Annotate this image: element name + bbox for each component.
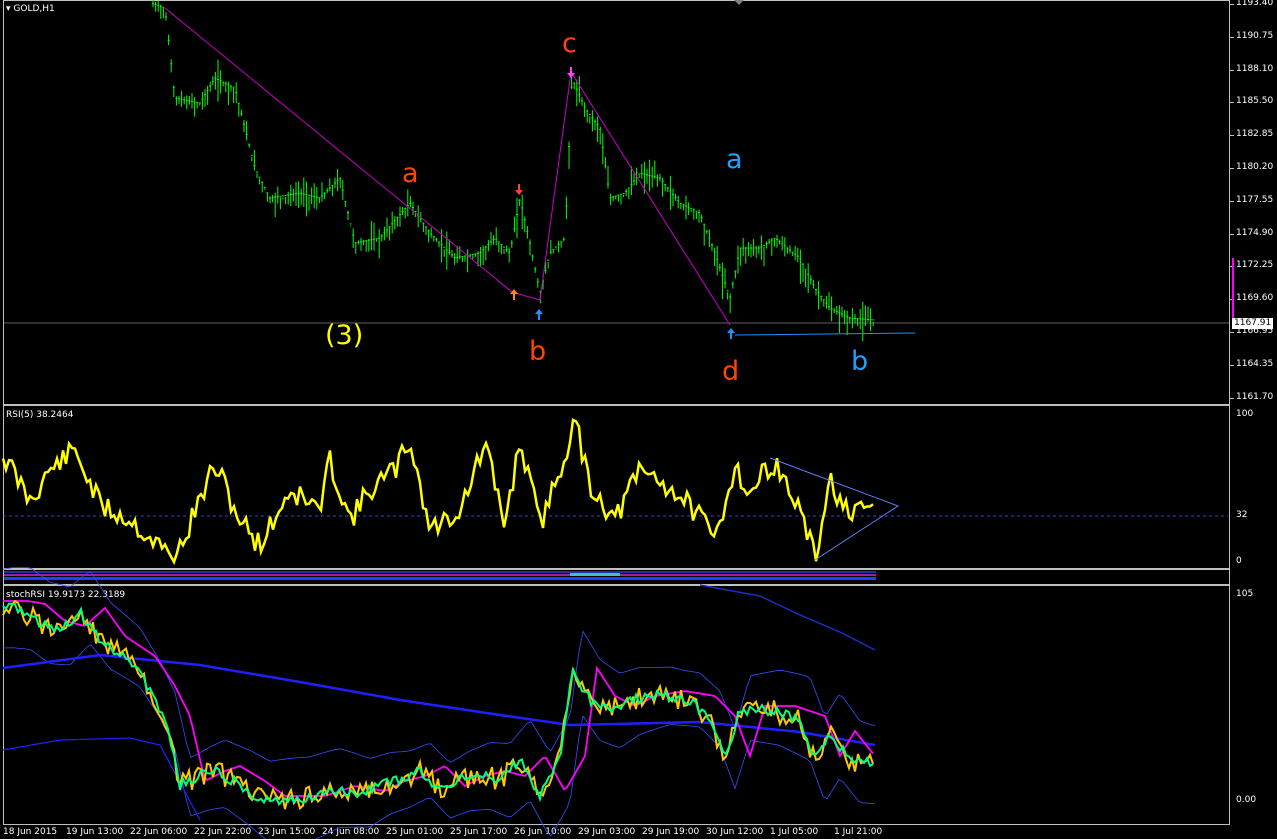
wave-label-3[interactable]: (3) [325,322,363,349]
mini-band [570,573,620,576]
up-arrow-icon [535,309,543,320]
support-line [734,332,916,336]
stoch-d-line [2,602,874,807]
wave-label-a-orange[interactable]: a [402,160,419,187]
trend-line-low [2,737,201,821]
up-arrow-icon [510,289,518,300]
wave-label-c-orange[interactable]: c [562,30,577,57]
mini-band [4,577,876,580]
bollinger-upper [2,567,876,763]
rsi-triangle [769,457,900,561]
wave-label-b-blue[interactable]: b [851,348,868,375]
rsi-line [1,418,874,566]
wave-label-b-orange[interactable]: b [529,338,546,365]
down-arrow-icon [515,184,523,195]
elliott-wave-line [164,7,731,326]
mini-band [4,574,876,576]
mini-band [4,571,876,573]
stoch-ma-line [3,600,874,797]
chart-drawing-layer [1,0,1234,839]
trend-line-high [699,584,876,651]
up-arrow-icon [727,328,735,339]
wave-label-d-orange[interactable]: d [722,358,739,385]
slow-ma-line [2,653,876,747]
wave-label-a-blue[interactable]: a [726,146,743,173]
